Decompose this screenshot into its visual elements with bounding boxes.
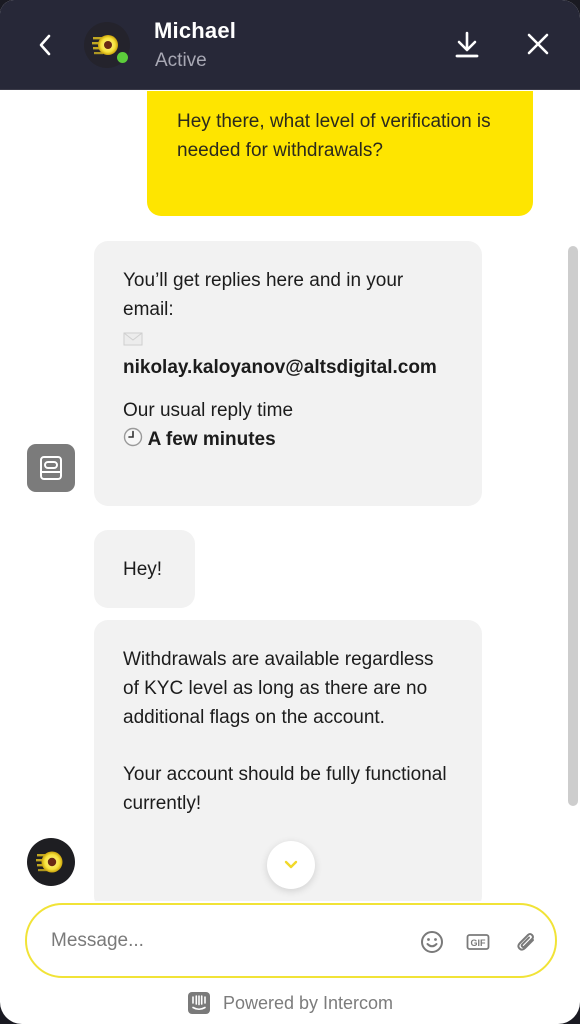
agent-message: Hey! — [94, 530, 195, 608]
user-message: Hey there, what level of verification is… — [147, 91, 533, 216]
chevron-left-icon — [39, 34, 51, 56]
agent-status: Active — [155, 50, 207, 71]
messenger-window: Michael Active Hey there, what level of … — [0, 0, 580, 1024]
download-transcript-button[interactable] — [452, 29, 482, 61]
emoji-button[interactable] — [419, 929, 445, 955]
attachment-button[interactable] — [513, 929, 539, 955]
reply-info-text: You’ll get replies here and in your emai… — [123, 270, 404, 320]
user-message-text: Hey there, what level of verification is… — [177, 111, 491, 161]
close-button[interactable] — [524, 30, 552, 58]
powered-by-intercom-link[interactable]: Powered by Intercom — [0, 988, 580, 1018]
bot-avatar — [27, 444, 75, 492]
download-icon — [455, 31, 479, 58]
attachment-icon — [517, 933, 534, 951]
reply-time-label: Our usual reply time — [123, 400, 294, 421]
agent-message-paragraph: Your account should be fully functional … — [123, 764, 447, 814]
brand-logo-icon — [36, 851, 63, 873]
message-composer: GIF — [25, 903, 557, 978]
online-status-dot — [117, 52, 128, 63]
gif-icon: GIF — [466, 934, 490, 950]
envelope-icon — [123, 324, 453, 353]
message-input[interactable] — [51, 923, 391, 959]
back-button[interactable] — [30, 28, 60, 62]
agent-message-paragraph: Withdrawals are available regardless of … — [123, 649, 434, 728]
reply-time-value: A few minutes — [147, 429, 276, 450]
intercom-logo-icon — [187, 992, 210, 1014]
user-email: nikolay.kaloyanov@altsdigital.com — [123, 357, 437, 378]
clock-icon — [123, 427, 148, 450]
agent-name: Michael — [154, 18, 237, 43]
operator-bot-icon — [40, 456, 62, 480]
close-icon — [527, 33, 549, 55]
conversation-scrollbar[interactable] — [568, 246, 578, 806]
agent-avatar — [84, 22, 130, 68]
powered-by-text: Powered by Intercom — [222, 992, 394, 1013]
svg-text:GIF: GIF — [471, 938, 487, 948]
gif-button[interactable]: GIF — [465, 929, 491, 955]
conversation-thread[interactable]: Hey there, what level of verification is… — [0, 91, 580, 901]
agent-message-text: Hey! — [123, 559, 163, 580]
scroll-to-bottom-button[interactable] — [267, 841, 315, 889]
bot-info-message: You’ll get replies here and in your emai… — [94, 241, 482, 506]
chevron-down-icon — [284, 860, 298, 869]
conversation-header: Michael Active — [0, 0, 580, 90]
agent-avatar-small — [27, 838, 75, 886]
emoji-icon — [421, 931, 443, 953]
reply-time-value-row: A few minutes — [123, 425, 453, 454]
